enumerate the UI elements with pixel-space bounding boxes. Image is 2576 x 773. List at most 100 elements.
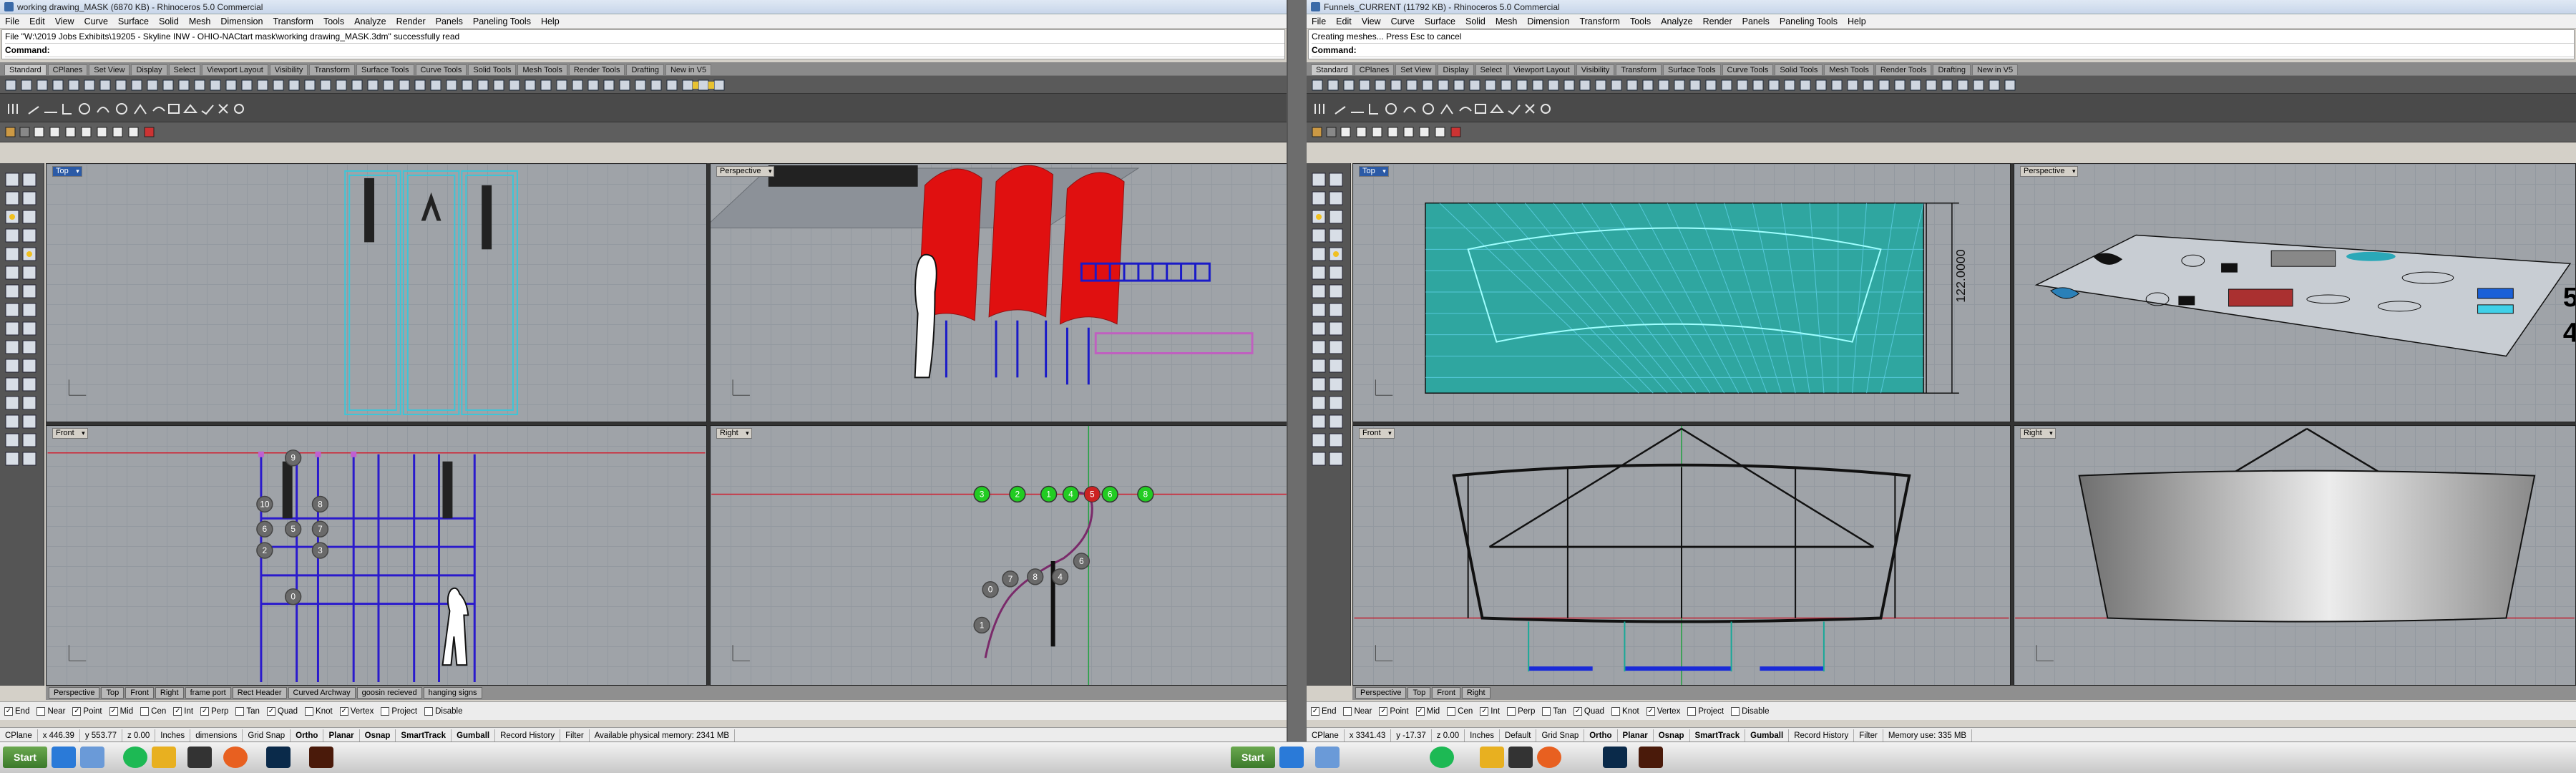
viewport-tab[interactable]: Right [1461, 687, 1491, 699]
viewport-tab[interactable]: frame port [185, 687, 231, 699]
osnap-end[interactable]: ✓ End [4, 706, 29, 716]
menu-panels[interactable]: Panels [431, 16, 468, 26]
command-prompt[interactable]: Command: [1312, 44, 2574, 57]
tab-cplanes[interactable]: CPlanes [47, 64, 88, 75]
tab-new-in-v5[interactable]: New in V5 [1971, 64, 2019, 75]
status-cplane[interactable]: CPlane [0, 729, 38, 742]
osnap-tan[interactable]: Tan [1542, 706, 1566, 716]
menu-paneling-tools[interactable]: Paneling Tools [468, 16, 536, 26]
osnap-tan[interactable]: Tan [235, 706, 260, 716]
osnap-near[interactable]: Near [1343, 706, 1372, 716]
gumball-toggle[interactable]: Gumball [1745, 729, 1790, 742]
osnap-mid[interactable]: ✓ Mid [1415, 706, 1440, 716]
menu-analyze[interactable]: Analyze [349, 16, 391, 26]
osnap-toolbar[interactable] [1307, 122, 2576, 142]
filter-toggle[interactable]: Filter [560, 729, 590, 742]
explorer-icon[interactable] [80, 747, 104, 768]
toolbar-icons[interactable] [0, 76, 1288, 94]
osnap-toolbar[interactable] [0, 122, 1287, 142]
tab-visibility[interactable]: Visibility [1576, 64, 1615, 75]
tab-transform[interactable]: Transform [1616, 64, 1662, 75]
menu-solid[interactable]: Solid [154, 16, 184, 26]
tab-mesh-tools[interactable]: Mesh Tools [1824, 64, 1874, 75]
toolbar-icons[interactable] [0, 122, 1288, 142]
ortho-toggle[interactable]: Ortho [1584, 729, 1618, 742]
rhino-icon[interactable] [187, 747, 212, 768]
tab-solid-tools[interactable]: Solid Tools [1775, 64, 1823, 75]
osnap-toggle[interactable]: Osnap [1654, 729, 1690, 742]
illustrator-icon[interactable] [309, 747, 333, 768]
folder-icon[interactable] [152, 747, 176, 768]
smarttrack-toggle[interactable]: SmartTrack [396, 729, 452, 742]
toolbar-icons[interactable] [1307, 94, 2576, 122]
osnap-int[interactable]: ✓ Int [173, 706, 193, 716]
osnap-mid[interactable]: ✓ Mid [109, 706, 133, 716]
viewport-label-right[interactable]: Right [2020, 428, 2056, 439]
viewport-label-perspective[interactable]: Perspective [2020, 166, 2079, 177]
standard-toolbar[interactable] [1307, 75, 2576, 94]
record-history-toggle[interactable]: Record History [495, 729, 561, 742]
menu-surface[interactable]: Surface [113, 16, 154, 26]
viewport-tab[interactable]: hanging signs [423, 687, 482, 699]
viewport-tab[interactable]: Rect Header [232, 687, 287, 699]
osnap-project[interactable]: Project [381, 706, 417, 716]
viewport-label-front[interactable]: Front [52, 428, 88, 439]
osnap-disable[interactable]: Disable [424, 706, 462, 716]
tab-surface-tools[interactable]: Surface Tools [356, 64, 414, 75]
viewport-tab[interactable]: Top [1407, 687, 1431, 699]
status-layer[interactable]: Default [1500, 729, 1537, 742]
tab-cplanes[interactable]: CPlanes [1354, 64, 1395, 75]
menu-view[interactable]: View [1357, 16, 1386, 26]
viewport-perspective[interactable]: Perspective 5 4 [2014, 163, 2576, 422]
tab-standard[interactable]: Standard [4, 64, 47, 75]
status-units[interactable]: Inches [1465, 729, 1501, 742]
osnap-point[interactable]: ✓ Point [72, 706, 102, 716]
spotify-icon[interactable] [123, 747, 147, 768]
menu-render[interactable]: Render [391, 16, 431, 26]
command-prompt[interactable]: Command: [5, 44, 1284, 57]
menu-dimension[interactable]: Dimension [215, 16, 268, 26]
menu-view[interactable]: View [50, 16, 79, 26]
photoshop-icon[interactable] [266, 747, 291, 768]
viewport-perspective[interactable]: Perspective [710, 163, 1287, 422]
osnap-int[interactable]: ✓ Int [1480, 706, 1500, 716]
menu-curve[interactable]: Curve [79, 16, 113, 26]
planar-toggle[interactable]: Planar [323, 729, 360, 742]
viewport-label-top[interactable]: Top [52, 166, 82, 177]
viewport-top[interactable]: Top 122.0000 [1352, 163, 2011, 422]
folder-icon[interactable] [1480, 747, 1504, 768]
tab-solid-tools[interactable]: Solid Tools [468, 64, 517, 75]
left-tool-palette[interactable] [1307, 163, 1351, 686]
tab-transform[interactable]: Transform [309, 64, 356, 75]
osnap-near[interactable]: Near [36, 706, 65, 716]
tab-drafting[interactable]: Drafting [626, 64, 664, 75]
start-button[interactable]: Start [1231, 747, 1275, 768]
menu-file[interactable]: File [1307, 16, 1331, 26]
tab-select[interactable]: Select [168, 64, 201, 75]
menu-file[interactable]: File [0, 16, 24, 26]
viewport-tab[interactable]: Front [1432, 687, 1460, 699]
smarttrack-toggle[interactable]: SmartTrack [1690, 729, 1746, 742]
command-history[interactable]: Creating meshes... Press Esc to cancel C… [1308, 29, 2575, 59]
status-units[interactable]: Inches [155, 729, 191, 742]
tab-mesh-tools[interactable]: Mesh Tools [517, 64, 567, 75]
viewport-top[interactable]: Top [46, 163, 707, 422]
menu-help[interactable]: Help [1843, 16, 1871, 26]
viewport-label-front[interactable]: Front [1359, 428, 1395, 439]
gumball-toggle[interactable]: Gumball [452, 729, 496, 742]
osnap-project[interactable]: Project [1687, 706, 1724, 716]
tab-display[interactable]: Display [1438, 64, 1474, 75]
osnap-perp[interactable]: ✓ Perp [200, 706, 228, 716]
toolbar-icons[interactable] [1307, 76, 2576, 94]
menu-help[interactable]: Help [536, 16, 565, 26]
menu-dimension[interactable]: Dimension [1522, 16, 1574, 26]
tab-set-view[interactable]: Set View [89, 64, 130, 75]
filter-toggle[interactable]: Filter [1854, 729, 1883, 742]
spotify-icon[interactable] [1430, 747, 1454, 768]
viewport-label-perspective[interactable]: Perspective [716, 166, 775, 177]
osnap-vertex[interactable]: ✓ Vertex [339, 706, 374, 716]
osnap-knot[interactable]: Knot [305, 706, 333, 716]
tab-standard[interactable]: Standard [1311, 64, 1353, 75]
illustrator-icon[interactable] [1639, 747, 1663, 768]
firefox-icon[interactable] [1537, 747, 1561, 768]
